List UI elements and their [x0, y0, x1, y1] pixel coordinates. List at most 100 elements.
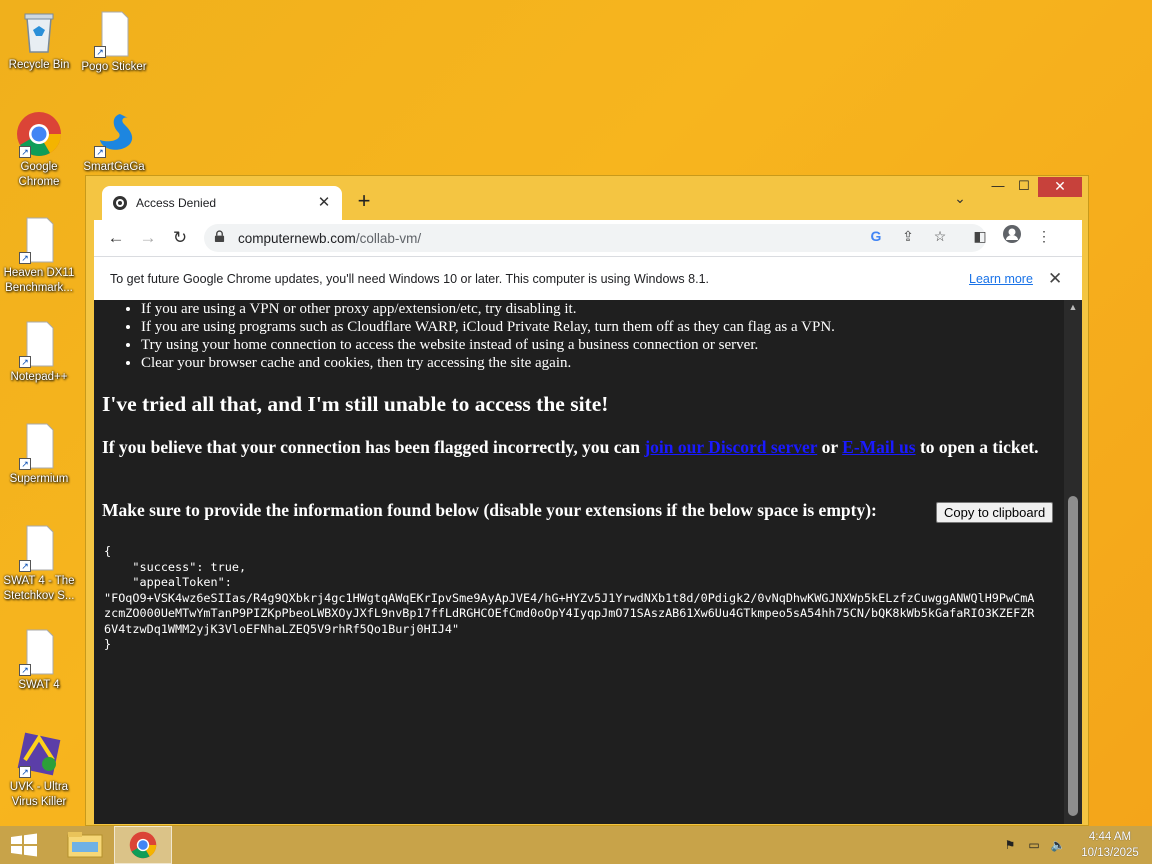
- chrome-window: Access Denied ✕ + ⌄ — ☐ ✕ ← → ↻ computer…: [85, 175, 1089, 826]
- taskbar-google-chrome[interactable]: [114, 826, 172, 864]
- tab-close-icon[interactable]: ✕: [316, 195, 332, 211]
- desktop-icon-smartgaga[interactable]: ↗ SmartGaGa: [75, 110, 153, 175]
- url-domain: computernewb.com: [238, 230, 356, 246]
- desktop: Recycle Bin ↗ Pogo Sticker ↗ Google Chro…: [0, 0, 1152, 826]
- list-item: Clear your browser cache and cookies, th…: [141, 354, 835, 372]
- browser-toolbar: ← → ↻ computernewb.com/collab-vm/ G ⇪ ☆ …: [94, 220, 1082, 256]
- file-shortcut-icon: ↗: [15, 422, 63, 470]
- desktop-icon-label: Google Chrome: [18, 161, 60, 188]
- provide-info-text: Make sure to provide the information fou…: [102, 500, 877, 520]
- google-lens-icon[interactable]: G: [864, 224, 888, 248]
- desktop-icon-label: SWAT 4: [18, 679, 60, 691]
- recycle-bin-icon: [15, 8, 63, 56]
- side-panel-icon[interactable]: ◧: [968, 224, 992, 248]
- shortcut-arrow-icon: ↗: [19, 356, 31, 368]
- learn-more-link[interactable]: Learn more: [969, 272, 1033, 286]
- email-link[interactable]: E-Mail us: [842, 437, 915, 457]
- desktop-icon-label: Pogo Sticker: [81, 61, 147, 73]
- shortcut-arrow-icon: ↗: [19, 252, 31, 264]
- desktop-icon-supermium[interactable]: ↗ Supermium: [0, 422, 78, 487]
- shortcut-arrow-icon: ↗: [19, 560, 31, 572]
- shortcut-arrow-icon: ↗: [19, 146, 31, 158]
- taskbar: ⚑ ▭ 🔈 4:44 AM 10/13/2025: [0, 826, 1152, 864]
- chrome-icon: ↗: [15, 110, 63, 158]
- list-item: If you are using programs such as Cloudf…: [141, 318, 835, 336]
- file-shortcut-icon: ↗: [15, 524, 63, 572]
- desktop-icon-heaven-benchmark[interactable]: ↗ Heaven DX11 Benchmark...: [0, 216, 78, 296]
- desktop-icon-label: SWAT 4 - The Stetchkov S...: [3, 575, 75, 602]
- tab-title: Access Denied: [136, 196, 217, 210]
- taskbar-file-explorer[interactable]: [56, 826, 114, 864]
- copy-to-clipboard-button[interactable]: Copy to clipboard: [936, 502, 1054, 523]
- clock-date: 10/13/2025: [1081, 847, 1139, 859]
- desktop-icon-label: Notepad++: [10, 371, 68, 383]
- page-scrollbar[interactable]: ▲: [1064, 300, 1082, 824]
- shortcut-arrow-icon: ↗: [19, 664, 31, 676]
- desktop-icon-google-chrome[interactable]: ↗ Google Chrome: [0, 110, 78, 190]
- flagged-text-end: to open a ticket.: [915, 437, 1039, 457]
- shortcut-arrow-icon: ↗: [94, 146, 106, 158]
- scroll-up-arrow-icon[interactable]: ▲: [1064, 302, 1082, 316]
- bookmark-star-icon[interactable]: ☆: [928, 224, 952, 248]
- tab-access-denied[interactable]: Access Denied ✕: [102, 186, 342, 220]
- back-arrow-icon[interactable]: ←: [104, 226, 128, 250]
- kebab-menu-icon[interactable]: ⋮: [1032, 224, 1056, 248]
- uvk-icon: ↗: [15, 730, 63, 778]
- list-item: If you are using a VPN or other proxy ap…: [141, 300, 835, 318]
- volume-muted-icon[interactable]: 🔈: [1050, 838, 1066, 854]
- desktop-icon-uvk[interactable]: ↗ UVK - Ultra Virus Killer: [0, 730, 78, 810]
- update-infobar: To get future Google Chrome updates, you…: [94, 256, 1082, 300]
- profile-avatar-icon[interactable]: [1000, 224, 1024, 248]
- file-shortcut-icon: ↗: [90, 10, 138, 58]
- desktop-icon-pogo-sticker[interactable]: ↗ Pogo Sticker: [75, 10, 153, 75]
- desktop-icon-label: SmartGaGa: [83, 161, 145, 173]
- desktop-icon-label: Heaven DX11 Benchmark...: [3, 267, 75, 294]
- flagged-or: or: [817, 437, 843, 457]
- desktop-icon-swat4-stetchkov[interactable]: ↗ SWAT 4 - The Stetchkov S...: [0, 524, 78, 604]
- system-clock[interactable]: 4:44 AM 10/13/2025: [1080, 829, 1140, 861]
- start-button[interactable]: [8, 830, 40, 860]
- network-icon[interactable]: ▭: [1026, 838, 1042, 854]
- scroll-thumb[interactable]: [1068, 496, 1078, 816]
- site-favicon-icon: [112, 195, 128, 211]
- file-shortcut-icon: ↗: [15, 628, 63, 676]
- maximize-button[interactable]: ☐: [1010, 177, 1038, 197]
- page-content: If you are using a VPN or other proxy ap…: [94, 300, 1064, 824]
- smartgaga-swan-icon: ↗: [90, 110, 138, 158]
- desktop-icon-label: UVK - Ultra Virus Killer: [9, 781, 69, 808]
- discord-link[interactable]: join our Discord server: [644, 437, 817, 457]
- desktop-icon-label: Supermium: [9, 473, 69, 485]
- tab-search-chevron-icon[interactable]: ⌄: [948, 190, 972, 214]
- minimize-button[interactable]: —: [984, 177, 1012, 197]
- file-explorer-icon: [67, 832, 103, 858]
- lock-icon: [214, 230, 228, 246]
- desktop-icon-swat4[interactable]: ↗ SWAT 4: [0, 628, 78, 693]
- infobar-message: To get future Google Chrome updates, you…: [110, 272, 709, 286]
- share-icon[interactable]: ⇪: [896, 224, 920, 248]
- reload-icon[interactable]: ↻: [168, 226, 192, 250]
- close-window-button[interactable]: ✕: [1038, 177, 1082, 197]
- new-tab-button[interactable]: +: [352, 190, 376, 214]
- chrome-icon: [129, 831, 157, 859]
- flagged-text: If you believe that your connection has …: [102, 437, 645, 457]
- desktop-icon-notepad-plus-plus[interactable]: ↗ Notepad++: [0, 320, 78, 385]
- appeal-token-json: { "success": true, "appealToken": "FOqO9…: [104, 544, 1035, 651]
- tips-list: If you are using a VPN or other proxy ap…: [141, 300, 835, 372]
- list-item: Try using your home connection to access…: [141, 336, 835, 354]
- infobar-close-icon[interactable]: ✕: [1048, 269, 1062, 289]
- desktop-icon-recycle-bin[interactable]: Recycle Bin: [0, 8, 78, 73]
- shortcut-arrow-icon: ↗: [19, 766, 31, 778]
- desktop-icon-label: Recycle Bin: [8, 59, 70, 71]
- clock-time: 4:44 AM: [1088, 831, 1132, 843]
- tab-strip: Access Denied ✕ + ⌄ — ☐ ✕: [86, 176, 1088, 220]
- still-unable-heading: I've tried all that, and I'm still unabl…: [102, 392, 609, 416]
- forward-arrow-icon[interactable]: →: [136, 226, 160, 250]
- windows-logo-icon: [11, 833, 37, 857]
- file-shortcut-icon: ↗: [15, 216, 63, 264]
- action-center-flag-icon[interactable]: ⚑: [1002, 838, 1018, 854]
- shortcut-arrow-icon: ↗: [19, 458, 31, 470]
- url-path: /collab-vm/: [355, 230, 422, 246]
- file-shortcut-icon: ↗: [15, 320, 63, 368]
- shortcut-arrow-icon: ↗: [94, 46, 106, 58]
- flagged-paragraph: If you believe that your connection has …: [102, 436, 1062, 458]
